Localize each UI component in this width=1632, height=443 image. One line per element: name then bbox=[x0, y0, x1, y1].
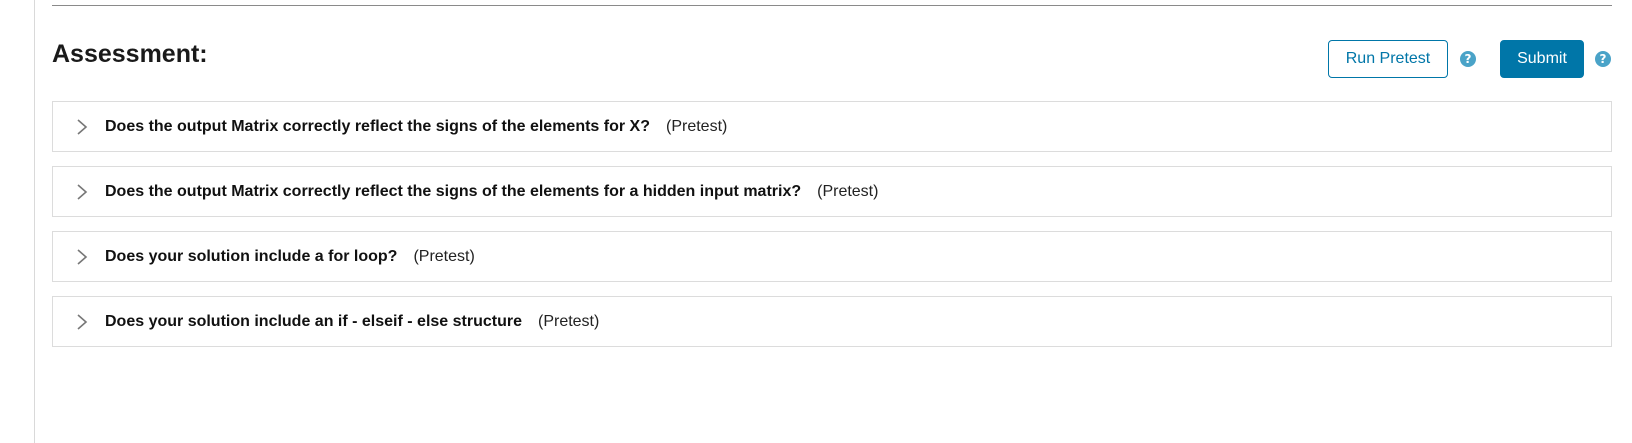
pretest-tag: (Pretest) bbox=[666, 117, 728, 135]
assessment-page: Assessment: Run Pretest ? Submit ? Does … bbox=[0, 0, 1632, 443]
chevron-right-icon[interactable] bbox=[53, 297, 103, 346]
test-list: Does the output Matrix correctly reflect… bbox=[52, 101, 1612, 361]
top-divider bbox=[52, 5, 1612, 6]
test-question: Does your solution include a for loop? bbox=[105, 247, 398, 265]
test-question: Does the output Matrix correctly reflect… bbox=[105, 117, 650, 135]
pretest-tag: (Pretest) bbox=[413, 247, 475, 265]
run-pretest-button[interactable]: Run Pretest bbox=[1328, 40, 1448, 78]
test-question: Does your solution include an if - elsei… bbox=[105, 312, 522, 330]
test-item-1[interactable]: Does the output Matrix correctly reflect… bbox=[52, 101, 1612, 152]
test-item-3[interactable]: Does your solution include a for loop? (… bbox=[52, 231, 1612, 282]
test-question: Does the output Matrix correctly reflect… bbox=[105, 182, 802, 200]
left-divider bbox=[34, 0, 35, 443]
chevron-right-icon[interactable] bbox=[53, 232, 103, 281]
test-item-4[interactable]: Does your solution include an if - elsei… bbox=[52, 296, 1612, 347]
submit-button[interactable]: Submit bbox=[1500, 40, 1584, 78]
chevron-right-icon[interactable] bbox=[53, 167, 103, 216]
question-circle-icon[interactable]: ? bbox=[1595, 51, 1611, 67]
assessment-heading: Assessment: bbox=[52, 40, 208, 68]
chevron-right-icon[interactable] bbox=[53, 102, 103, 151]
question-circle-icon[interactable]: ? bbox=[1460, 51, 1476, 67]
pretest-tag: (Pretest) bbox=[817, 182, 879, 200]
pretest-tag: (Pretest) bbox=[537, 312, 600, 330]
test-item-2[interactable]: Does the output Matrix correctly reflect… bbox=[52, 166, 1612, 217]
